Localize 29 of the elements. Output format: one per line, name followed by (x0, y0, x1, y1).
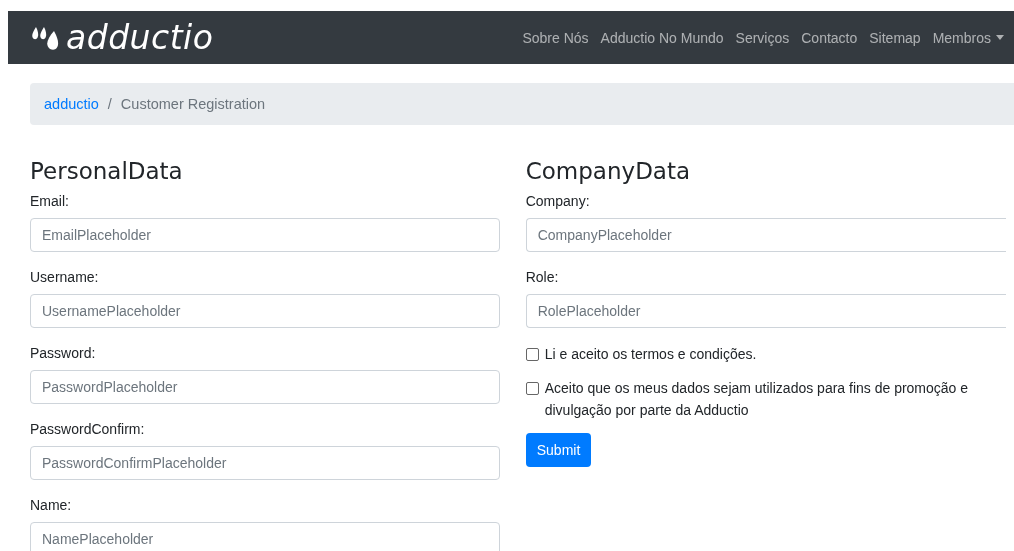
nav-link[interactable]: Sitemap (863, 29, 927, 46)
nav-link[interactable]: Membros (926, 29, 1010, 46)
breadcrumb-separator: / (107, 96, 112, 112)
section-title: PersonalData (30, 157, 184, 185)
input-field[interactable]: RolePlaceholder (525, 294, 1006, 328)
submit-button[interactable]: Submit (525, 433, 592, 467)
field-label: Username: (30, 268, 100, 287)
input-field[interactable]: NamePlaceholder (30, 522, 500, 551)
input-field[interactable]: EmailPlaceholder (30, 218, 500, 252)
field-label: Company: (525, 192, 591, 211)
field-label: Email: (30, 192, 70, 211)
field-label: Role: (525, 268, 560, 287)
field-label: Name: (30, 496, 73, 515)
nav-link[interactable]: Contacto (795, 29, 864, 46)
checkbox-label: Li e aceito os termos e condições. (544, 345, 758, 364)
brand-name[interactable]: adductio (66, 18, 214, 57)
breadcrumb-link[interactable]: adductio (44, 96, 99, 112)
nav-link[interactable]: Adductio No Mundo (594, 29, 730, 46)
nav-link[interactable]: Sobre Nós (516, 29, 595, 46)
input-field[interactable]: UsernamePlaceholder (30, 294, 500, 328)
field-label: PasswordConfirm: (30, 420, 146, 439)
input-field[interactable]: CompanyPlaceholder (525, 218, 1006, 252)
checkbox-label: Aceito que os meus dados sejam utilizados para fins de promoção e divulgação por parte da Adductio (544, 379, 970, 420)
breadcrumb-current: Customer Registration (120, 96, 266, 112)
nav-link[interactable]: Serviços (729, 29, 796, 46)
section-title: CompanyData (525, 157, 692, 185)
field-label: Password: (30, 344, 97, 363)
input-field[interactable]: PasswordPlaceholder (30, 370, 500, 404)
input-field[interactable]: PasswordConfirmPlaceholder (30, 446, 500, 480)
